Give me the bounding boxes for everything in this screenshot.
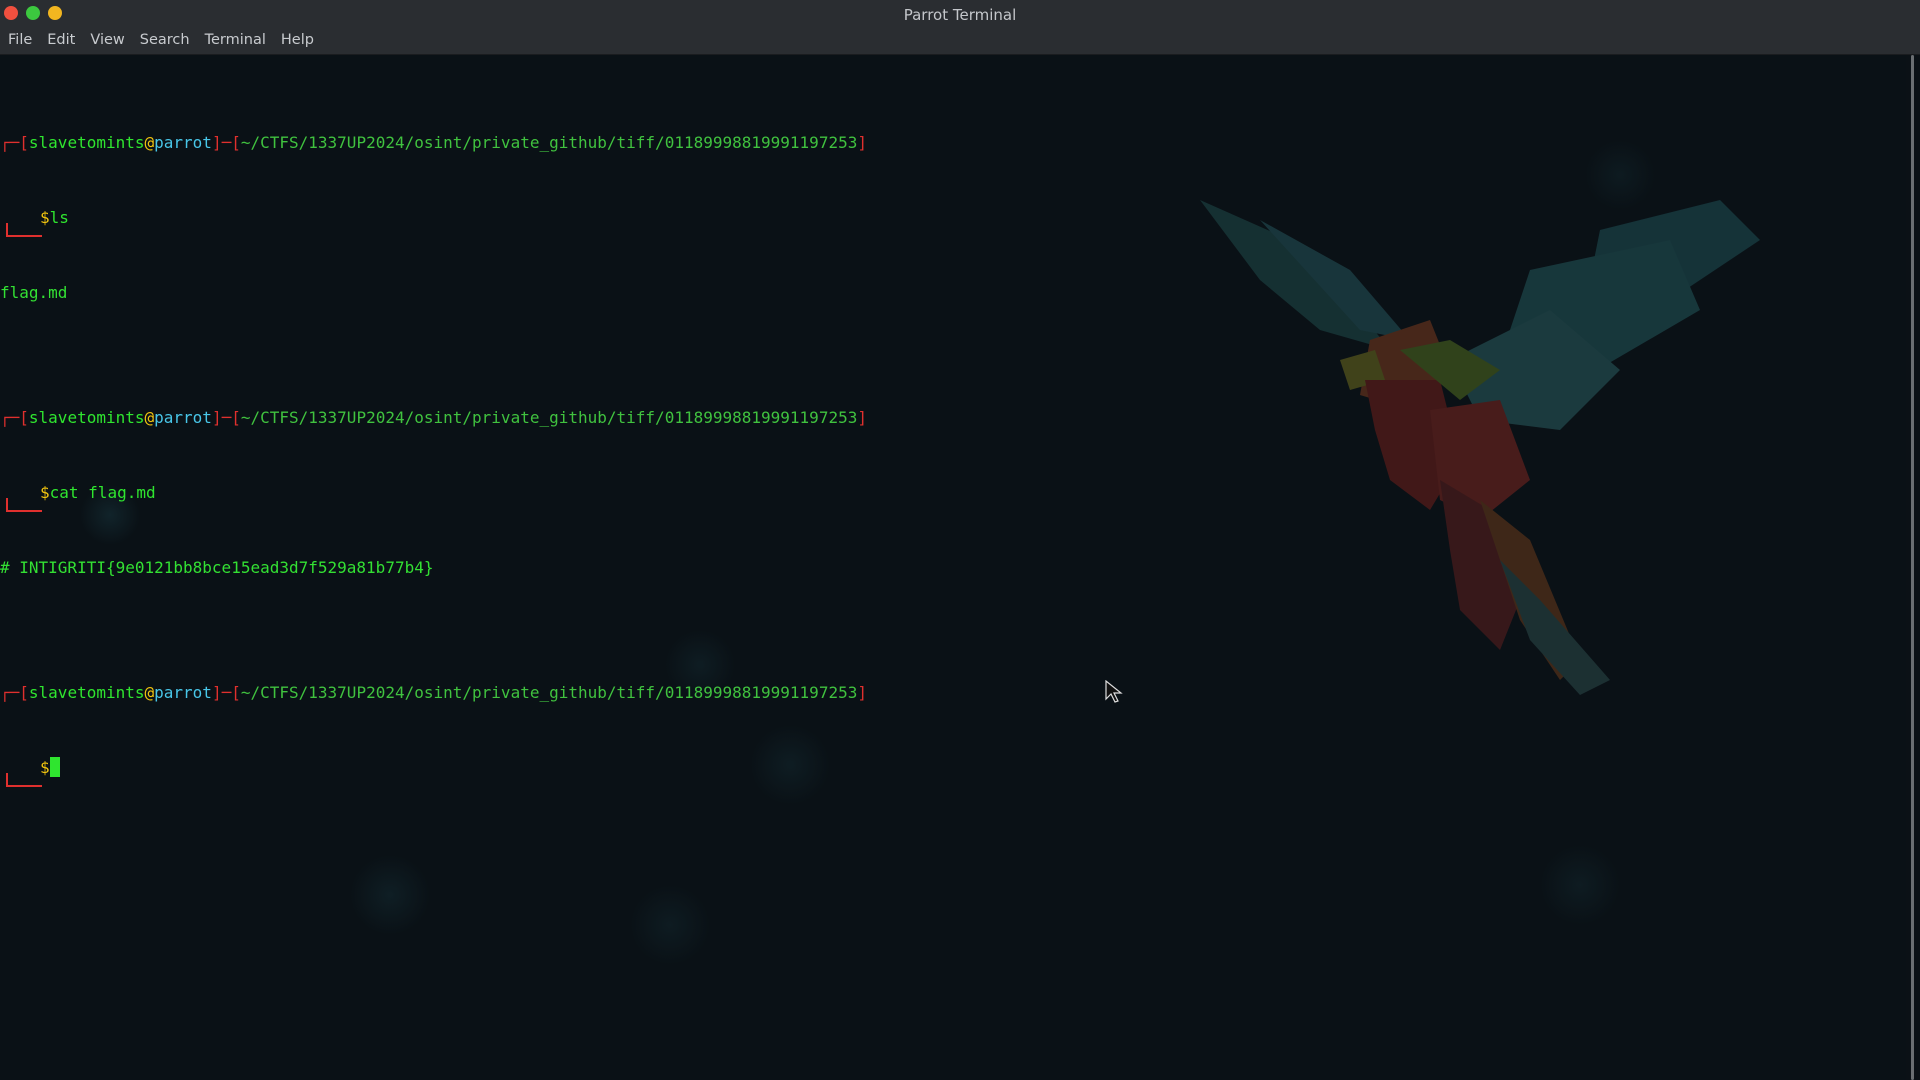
prompt-close-bracket: ] [857,683,867,702]
prompt-at: @ [144,133,155,152]
prompt-elbow-icon [6,773,42,787]
prompt-close-bracket: ] [857,133,867,152]
prompt-close-bracket: ] [857,408,867,427]
menu-view[interactable]: View [82,28,131,48]
prompt-line: ┌─[slavetomints@parrot]─[~/CTFS/1337UP20… [0,405,1000,430]
prompt-line: ┌─[slavetomints@parrot]─[~/CTFS/1337UP20… [0,130,1000,155]
command-line-active[interactable]: $ [0,755,1000,787]
menu-file[interactable]: File [0,28,39,48]
prompt-path: ~/CTFS/1337UP2024/osint/private_github/t… [240,133,858,152]
prompt-at: @ [144,408,155,427]
prompt-separator: ]─[ [211,408,241,427]
output-line: # INTIGRITI{9e0121bb8bce15ead3d7f529a81b… [0,555,1000,580]
prompt-user: slavetomints [28,683,145,702]
prompt-separator: ]─[ [211,683,241,702]
terminal-window: Parrot Terminal File Edit View Search Termin… [0,0,1920,1080]
prompt-line: ┌─[slavetomints@parrot]─[~/CTFS/1337UP20… [0,680,1000,705]
menu-edit[interactable]: Edit [39,28,82,48]
prompt-path: ~/CTFS/1337UP2024/osint/private_github/t… [240,683,858,702]
prompt-host: parrot [154,133,212,152]
command-text: ls [49,208,69,227]
prompt-user: slavetomints [28,408,145,427]
command-output: flag.md [0,283,68,302]
mouse-pointer-icon [1105,680,1123,703]
flag-output: # INTIGRITI{9e0121bb8bce15ead3d7f529a81b… [0,558,434,577]
text-cursor[interactable] [49,757,60,777]
window-title: Parrot Terminal [903,6,1017,24]
prompt-user: slavetomints [28,133,145,152]
prompt-at: @ [144,683,155,702]
terminal-output: ┌─[slavetomints@parrot]─[~/CTFS/1337UP20… [0,55,1000,830]
output-line: flag.md [0,280,1000,305]
command-text: cat flag.md [49,483,156,502]
menu-help[interactable]: Help [273,28,321,48]
prompt-elbow-icon [6,498,42,512]
menu-search[interactable]: Search [132,28,197,48]
prompt-host: parrot [154,408,212,427]
prompt-open-bracket: ┌─[ [0,133,29,152]
command-line: $ls [0,205,1000,237]
vertical-scrollbar[interactable] [1906,55,1920,1080]
scrollbar-thumb[interactable] [1911,55,1914,1080]
prompt-separator: ]─[ [211,133,241,152]
prompt-open-bracket: ┌─[ [0,408,29,427]
parrot-logo-icon [1200,200,1760,695]
prompt-elbow-icon [6,223,42,237]
prompt-open-bracket: ┌─[ [0,683,29,702]
prompt-host: parrot [154,683,212,702]
menu-bar: File Edit View Search Terminal Help [0,28,1920,55]
prompt-path: ~/CTFS/1337UP2024/osint/private_github/t… [240,408,858,427]
title-bar[interactable]: Parrot Terminal [0,0,1920,28]
menu-terminal[interactable]: Terminal [197,28,273,48]
command-line: $cat flag.md [0,480,1000,512]
